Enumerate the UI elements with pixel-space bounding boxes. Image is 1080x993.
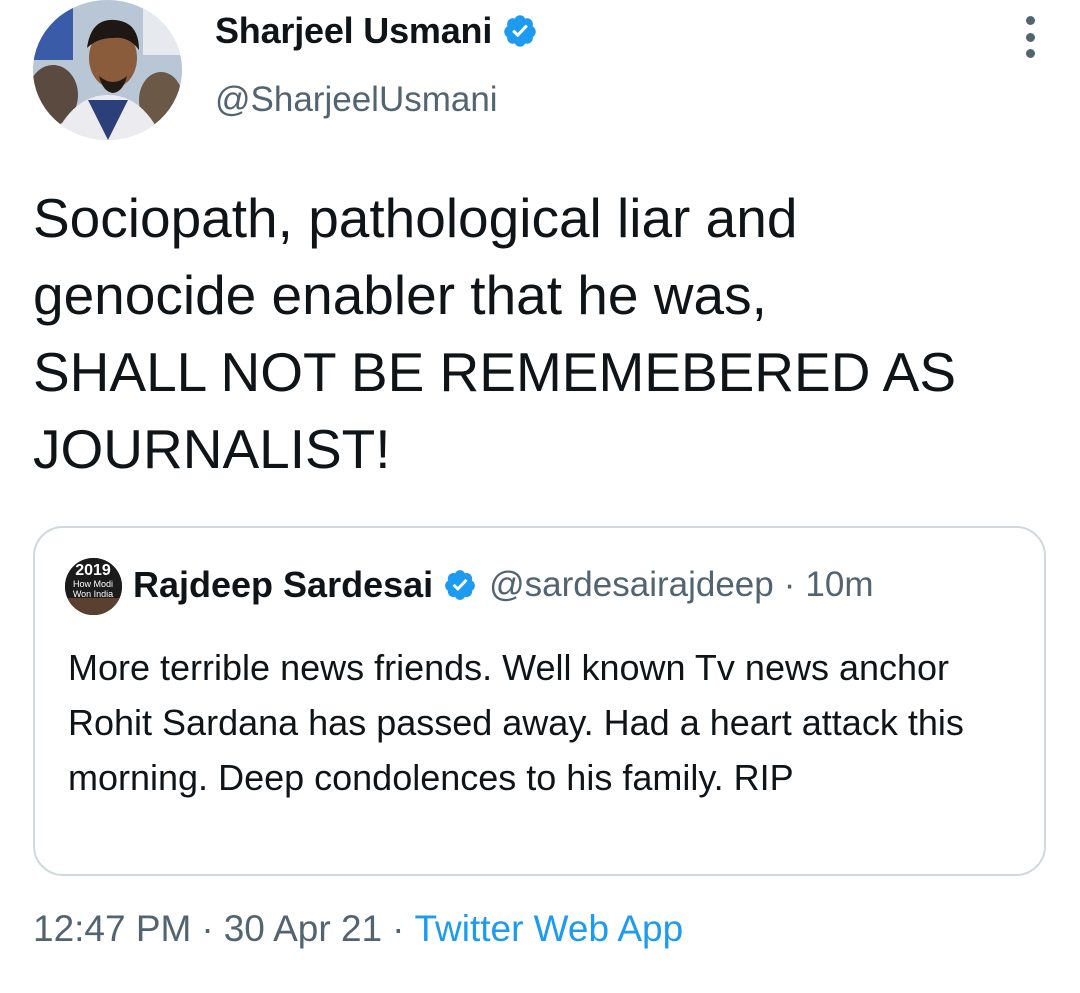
book-cover-avatar: 2019 How Modi Won India: [65, 558, 122, 615]
quoted-tweet-text: More terrible news friends. Well known T…: [68, 647, 964, 798]
verified-badge-icon: [504, 15, 536, 47]
more-dot: [1025, 49, 1035, 58]
avatar-photo: [33, 0, 182, 140]
tweet-source-link[interactable]: Twitter Web App: [414, 908, 683, 949]
tweet-text: Sociopath, pathological liar and genocid…: [33, 187, 957, 480]
more-options-icon[interactable]: [1018, 16, 1042, 58]
separator-dot: ·: [201, 908, 214, 949]
more-dot: [1025, 32, 1035, 42]
tweet-date[interactable]: 30 Apr 21: [224, 908, 382, 949]
avatar-year: 2019: [75, 562, 111, 579]
tweet-meta: 12:47 PM · 30 Apr 21 · Twitter Web App: [33, 908, 683, 950]
quoted-author-avatar[interactable]: 2019 How Modi Won India: [65, 558, 122, 615]
quoted-tweet-card[interactable]: 2019 How Modi Won India Rajdeep Sardesai…: [33, 526, 1046, 876]
author-display-name[interactable]: Sharjeel Usmani: [215, 10, 492, 52]
separator-dot: ·: [392, 908, 405, 949]
tweet-detail: Sharjeel Usmani @SharjeelUsmani Sociopat…: [0, 0, 1080, 993]
more-dot: [1025, 16, 1035, 25]
avatar-line-2: Won India: [73, 589, 113, 599]
quoted-timestamp[interactable]: 10m: [805, 565, 873, 605]
author-avatar[interactable]: [33, 0, 182, 140]
separator-dot: ·: [783, 565, 796, 604]
quoted-handle[interactable]: @sardesairajdeep: [489, 565, 774, 605]
verified-badge-icon: [445, 570, 476, 600]
author-handle[interactable]: @SharjeelUsmani: [215, 80, 498, 120]
quoted-display-name[interactable]: Rajdeep Sardesai: [133, 564, 433, 606]
tweet-time[interactable]: 12:47 PM: [33, 908, 191, 949]
avatar-line-1: How Modi: [73, 579, 113, 589]
